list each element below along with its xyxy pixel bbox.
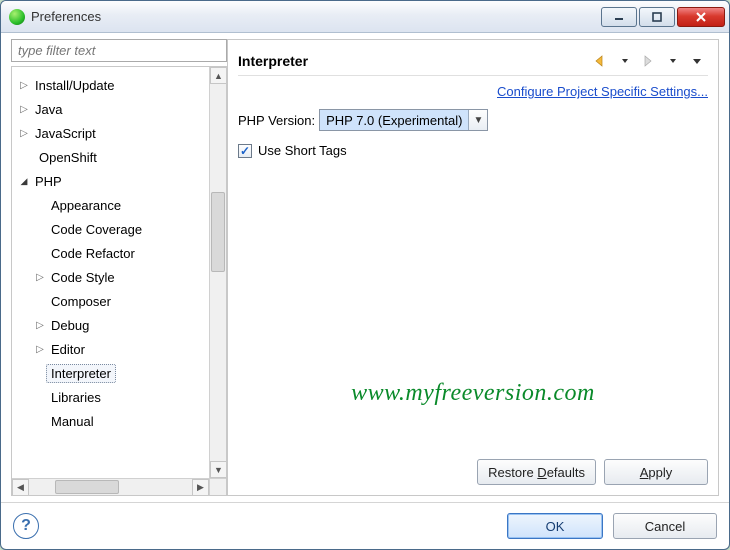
tree-item[interactable]: JavaScript	[18, 121, 226, 145]
tree-item[interactable]: OpenShift	[18, 145, 226, 169]
tree-twisty-icon[interactable]	[34, 320, 46, 331]
tree-item[interactable]: Composer	[18, 289, 226, 313]
tree-item-label: Libraries	[46, 388, 106, 407]
use-short-tags-checkbox[interactable]: ✓	[238, 144, 252, 158]
tree-item[interactable]: Code Refactor	[18, 241, 226, 265]
use-short-tags-label[interactable]: Use Short Tags	[258, 143, 347, 158]
tree-item-label: Manual	[46, 412, 99, 431]
restore-defaults-button[interactable]: Restore Defaults	[477, 459, 596, 485]
watermark-text: www.myfreeversion.com	[228, 380, 718, 407]
tree-item[interactable]: Libraries	[18, 385, 226, 409]
scroll-corner	[209, 478, 226, 495]
tree-item-label: Install/Update	[30, 76, 120, 95]
help-button[interactable]: ?	[13, 513, 39, 539]
tree-item-label: Code Style	[46, 268, 120, 287]
tree-twisty-icon[interactable]	[18, 176, 30, 187]
ok-button[interactable]: OK	[507, 513, 603, 539]
tree-item[interactable]: Appearance	[18, 193, 226, 217]
php-version-value: PHP 7.0 (Experimental)	[320, 110, 469, 130]
chevron-down-icon: ▼	[469, 115, 487, 126]
tree-item-label: JavaScript	[30, 124, 101, 143]
vertical-scrollbar[interactable]: ▲ ▼	[209, 67, 226, 478]
configure-project-link[interactable]: Configure Project Specific Settings...	[497, 84, 708, 99]
tree-item-label: Appearance	[46, 196, 126, 215]
tree-twisty-icon[interactable]	[34, 272, 46, 283]
php-version-label: PHP Version:	[238, 113, 315, 128]
tree-item-label: Editor	[46, 340, 90, 359]
tree-item-label: Code Refactor	[46, 244, 140, 263]
tree-twisty-icon[interactable]	[18, 104, 30, 115]
scroll-up-button[interactable]: ▲	[210, 67, 227, 84]
scroll-right-button[interactable]: ▶	[192, 479, 209, 496]
hscroll-thumb[interactable]	[55, 480, 119, 494]
scroll-left-button[interactable]: ◀	[12, 479, 29, 496]
tree-item-label: Composer	[46, 292, 116, 311]
dialog-footer: ? OK Cancel	[1, 502, 729, 549]
tree-twisty-icon[interactable]	[18, 80, 30, 91]
tree-item-label: Debug	[46, 316, 94, 335]
preferences-tree: Install/Update Java JavaScript OpenShift PHP…	[11, 66, 227, 496]
panel-title: Interpreter	[238, 53, 590, 69]
tree-item-label: Java	[30, 100, 67, 119]
nav-back-menu[interactable]	[614, 52, 636, 70]
tree-item[interactable]: Debug	[18, 313, 226, 337]
nav-forward-menu[interactable]	[662, 52, 684, 70]
tree-item-label: OpenShift	[34, 148, 102, 167]
tree-item[interactable]: Interpreter	[18, 361, 226, 385]
tree-item[interactable]: Editor	[18, 337, 226, 361]
vscroll-thumb[interactable]	[211, 192, 225, 272]
preferences-dialog: Preferences Install/Update Java JavaScript…	[0, 0, 730, 550]
maximize-button[interactable]	[639, 7, 675, 27]
nav-forward-button[interactable]	[638, 52, 660, 70]
nav-menu[interactable]	[686, 52, 708, 70]
tree-item-label: PHP	[30, 172, 67, 191]
tree-item[interactable]: PHP	[18, 169, 226, 193]
minimize-button[interactable]	[601, 7, 637, 27]
filter-input[interactable]	[11, 39, 227, 62]
window-title: Preferences	[31, 9, 599, 24]
tree-item[interactable]: Install/Update	[18, 73, 226, 97]
titlebar[interactable]: Preferences	[1, 1, 729, 33]
nav-back-button[interactable]	[590, 52, 612, 70]
scroll-down-button[interactable]: ▼	[210, 461, 227, 478]
tree-item-label: Code Coverage	[46, 220, 147, 239]
tree-twisty-icon[interactable]	[34, 344, 46, 355]
tree-item[interactable]: Code Style	[18, 265, 226, 289]
tree-item[interactable]: Java	[18, 97, 226, 121]
php-version-select[interactable]: PHP 7.0 (Experimental) ▼	[319, 109, 488, 131]
settings-panel: Interpreter	[227, 39, 719, 496]
tree-item[interactable]: Code Coverage	[18, 217, 226, 241]
tree-twisty-icon[interactable]	[18, 128, 30, 139]
cancel-button[interactable]: Cancel	[613, 513, 717, 539]
tree-item-label: Interpreter	[46, 364, 116, 383]
apply-button[interactable]: Apply	[604, 459, 708, 485]
horizontal-scrollbar[interactable]: ◀ ▶	[12, 478, 209, 495]
close-button[interactable]	[677, 7, 725, 27]
app-icon	[9, 9, 25, 25]
tree-item[interactable]: Manual	[18, 409, 226, 433]
